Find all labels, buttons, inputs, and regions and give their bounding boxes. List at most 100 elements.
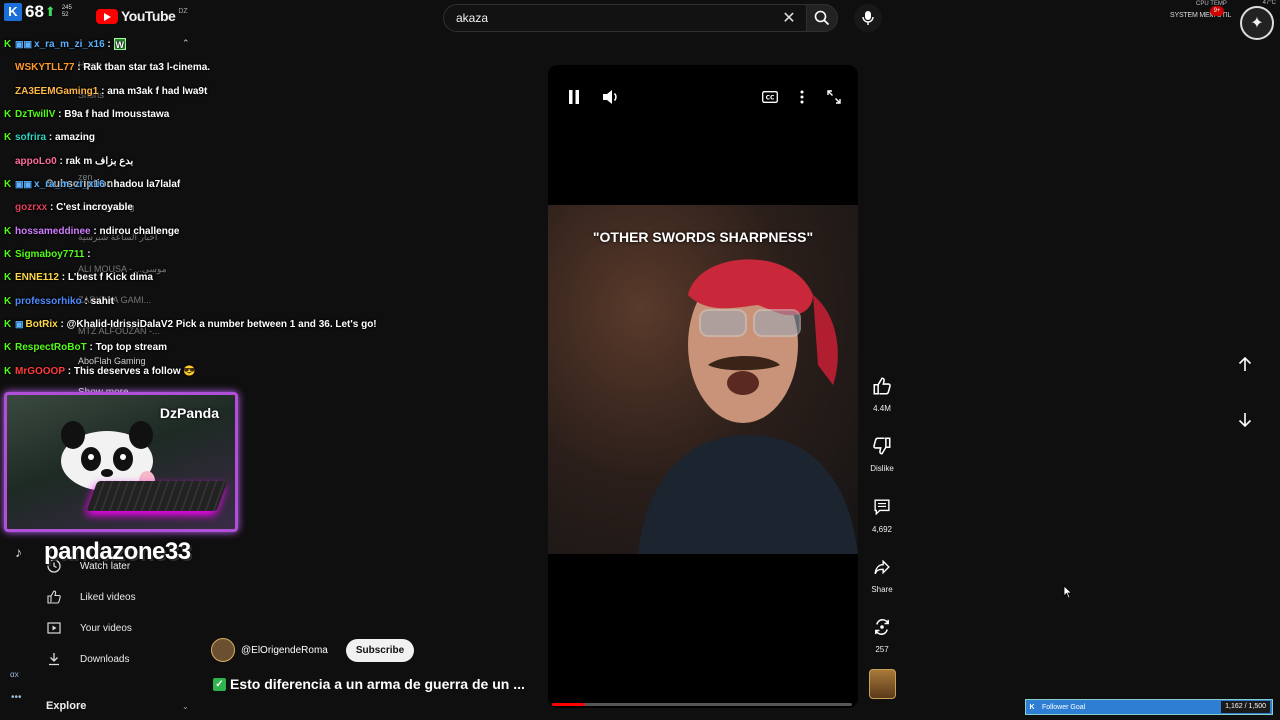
video-progress-bar[interactable] <box>552 703 852 706</box>
video-progress-fill <box>552 703 585 706</box>
share-icon <box>874 559 890 575</box>
search-input-value: akaza <box>456 11 489 25</box>
video-frame: "OTHER SWORDS SHARPNESS" <box>548 205 858 554</box>
mini-stat-top: 245 <box>61 5 72 11</box>
remix-count: 257 <box>875 645 889 654</box>
previous-short-button[interactable] <box>1230 349 1260 379</box>
dislike-button[interactable] <box>866 430 898 462</box>
kick-badge-icon: K <box>4 178 12 190</box>
chat-username[interactable]: appoLo0 <box>15 156 57 167</box>
checkmark-icon: ✓ <box>213 677 226 691</box>
kick-badge-icon: K <box>4 38 12 50</box>
chat-username[interactable]: gozrxx <box>15 202 47 213</box>
channel-avatar[interactable] <box>211 638 235 662</box>
download-icon <box>46 651 62 667</box>
share-button[interactable] <box>866 551 898 583</box>
video-icon <box>46 620 62 636</box>
mini-stats: 245 52 <box>62 5 72 19</box>
remix-action[interactable]: 257 <box>866 611 898 654</box>
bot-badge-icon: ▣ <box>15 318 24 329</box>
chat-message: K RespectRoBoT : Top top stream <box>4 341 168 353</box>
chevron-up-icon[interactable]: ⌃ <box>182 38 190 49</box>
chat-text: rak m بدع بزاف <box>65 155 134 167</box>
more-vert-icon <box>800 90 804 104</box>
chat-username[interactable]: WSKYTLL77 <box>15 62 74 73</box>
follower-goal-label: Follower Goal <box>1042 703 1086 711</box>
chevron-down-icon[interactable]: ⌄ <box>182 702 189 711</box>
chat-username[interactable]: professorhiko <box>15 296 82 307</box>
sidebar-item-downloads[interactable]: Downloads <box>46 651 129 667</box>
fullscreen-button[interactable] <box>822 85 846 109</box>
dislike-action[interactable]: Dislike <box>866 430 898 473</box>
remix-button[interactable] <box>866 611 898 643</box>
search-button[interactable] <box>806 4 838 32</box>
chat-username[interactable]: Sigmaboy7711 <box>15 249 84 260</box>
chat-message: K ENNE112 : L'best f Kick dima <box>4 271 153 283</box>
follower-goal-bar: K Follower Goal 1,162 / 1,500 <box>1025 699 1273 715</box>
shorts-player[interactable]: CC "OTHER SWORDS SHARPNESS" <box>548 65 858 708</box>
emblem-icon: ✦ <box>1240 6 1274 40</box>
subscribe-button[interactable]: Subscribe <box>345 638 415 662</box>
sound-thumbnail[interactable] <box>869 669 896 699</box>
next-short-button[interactable] <box>1230 405 1260 435</box>
kick-badge-icon: K <box>4 248 12 260</box>
chat-text: L'best f Kick dima <box>67 271 153 283</box>
chat-username[interactable]: RespectRoBoT <box>15 342 87 353</box>
chat-username[interactable]: MrGOOOP <box>15 366 65 377</box>
cpu-temp-value: 47°C <box>1262 0 1276 6</box>
chat-message: K ▣▣ x_ra_m_zi_x16 : hadou la7lalaf <box>4 178 181 190</box>
chat-username[interactable]: sofrira <box>15 132 46 143</box>
like-count: 4.4M <box>873 404 891 413</box>
viewer-stats: K 68 ⬆ 245 52 <box>0 0 72 24</box>
youtube-play-icon <box>96 8 118 24</box>
chat-text: amazing <box>55 131 96 143</box>
youtube-logo[interactable]: YouTube DZ <box>96 8 188 24</box>
chat-username[interactable]: hossameddinee <box>15 226 91 237</box>
chat-username[interactable]: x_ra_m_zi_x16 <box>34 179 105 190</box>
kick-badge-icon: K <box>4 365 12 377</box>
chat-username[interactable]: ZA3EEMGaming1 <box>15 86 98 97</box>
chat-message: appoLo0 : rak m بدع بزاف <box>15 155 134 167</box>
sidebar-item-liked-videos[interactable]: Liked videos <box>46 589 136 605</box>
youtube-country-code: DZ <box>178 7 188 15</box>
clear-search-icon[interactable]: ✕ <box>779 8 799 28</box>
comments-action[interactable]: 4,692 <box>866 491 898 534</box>
remix-icon <box>875 619 889 635</box>
channel-name[interactable]: @ElOrigendeRoma <box>241 645 328 656</box>
like-button[interactable] <box>866 370 898 402</box>
chat-text: hadou la7lalaf <box>113 178 181 190</box>
dislike-label: Dislike <box>870 464 894 473</box>
chat-text: C'est incroyable <box>56 201 133 213</box>
webcam-name: DzPanda <box>159 405 219 421</box>
chat-text: Rak tban star ta3 l-cinema. <box>83 61 211 73</box>
chat-username[interactable]: DzTwillV <box>15 109 55 120</box>
kick-badge-icon: K <box>4 318 12 330</box>
chat-message: gozrxx : C'est incroyable <box>15 201 133 213</box>
arrow-down-icon <box>1238 413 1252 428</box>
streamer-handle: pandazone33 <box>44 538 191 565</box>
captions-button[interactable]: CC <box>758 85 782 109</box>
chat-username[interactable]: BotRix <box>26 319 58 330</box>
pause-button[interactable] <box>562 85 586 109</box>
share-action[interactable]: Share <box>866 551 898 594</box>
volume-button[interactable] <box>599 85 623 109</box>
like-action[interactable]: 4.4M <box>866 370 898 413</box>
chat-message: K Sigmaboy7711 : <box>4 248 94 260</box>
arrow-up-icon <box>1238 356 1252 371</box>
search-icon <box>814 10 830 26</box>
chat-text: B9a f had lmousstawa <box>64 108 170 120</box>
channel-info: @ElOrigendeRoma Subscribe <box>211 638 415 662</box>
tiktok-icon: ♪ <box>15 544 22 560</box>
comments-button[interactable] <box>866 491 898 523</box>
chat-username[interactable]: ENNE112 <box>15 272 59 283</box>
search-input[interactable]: akaza <box>443 4 808 32</box>
chat-username[interactable]: x_ra_m_zi_x16 <box>34 39 105 50</box>
youtube-logo-text: YouTube <box>121 8 176 24</box>
sidebar-item-your-videos[interactable]: Your videos <box>46 620 132 636</box>
more-options-button[interactable] <box>790 85 814 109</box>
video-title[interactable]: ✓ Esto diferencia a un arma de guerra de… <box>213 676 525 692</box>
chat-message: ZA3EEMGaming1 : ana m3ak f had lwa9t <box>15 85 208 97</box>
chat-message: K hossameddinee : ndirou challenge <box>4 225 180 237</box>
voice-search-button[interactable] <box>854 4 882 32</box>
kick-badge-icon: K <box>4 131 12 143</box>
